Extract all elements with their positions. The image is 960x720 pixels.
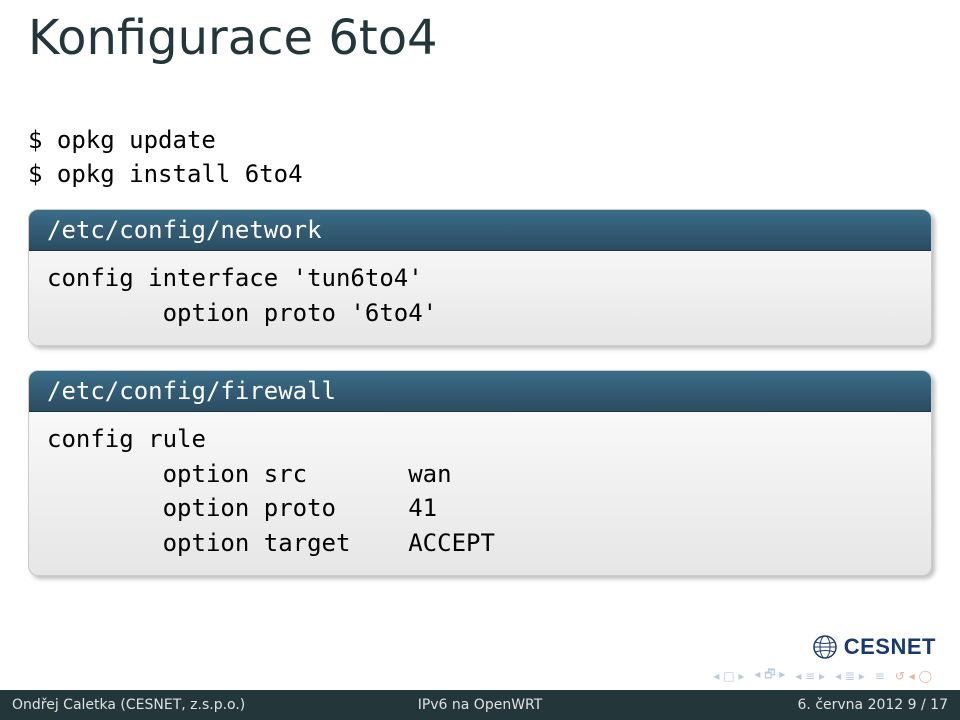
- footer-author: Ondřej Caletka (CESNET, z.s.p.o.): [12, 697, 324, 713]
- code-box-header: /etc/config/firewall: [29, 371, 931, 412]
- nav-undo-icon[interactable]: ↺ ◂ ◯: [895, 669, 932, 683]
- cmd-line-1: $ opkg update: [28, 124, 932, 158]
- footer-title: IPv6 na OpenWRT: [324, 697, 636, 713]
- cmd-line-2: $ opkg install 6to4: [28, 158, 932, 192]
- logo-text: CESNET: [844, 634, 936, 660]
- command-block: $ opkg update $ opkg install 6to4: [28, 124, 932, 191]
- code-box-header: /etc/config/network: [29, 210, 931, 251]
- code-box-network: /etc/config/network config interface 'tu…: [28, 209, 932, 346]
- nav-prev-icon[interactable]: ◂ 🗗 ▸: [754, 665, 785, 686]
- content-area: $ opkg update $ opkg install 6to4 /etc/c…: [0, 74, 960, 576]
- nav-next-icon[interactable]: ◂ ≣ ▸: [835, 669, 865, 683]
- code-box-body: config rule option src wan option proto …: [29, 412, 931, 575]
- nav-back-icon[interactable]: ◂ ≡ ▸: [795, 669, 825, 683]
- beamer-nav-icons: ◂ □ ▸ ◂ 🗗 ▸ ◂ ≡ ▸ ◂ ≣ ▸ ≡ ↺ ◂ ◯: [713, 665, 932, 686]
- footer-page: 6. června 2012 9 / 17: [636, 697, 948, 713]
- code-box-body: config interface 'tun6to4' option proto …: [29, 251, 931, 345]
- nav-fullscreen-icon[interactable]: ≡: [875, 669, 885, 683]
- nav-first-icon[interactable]: ◂ □ ▸: [713, 669, 744, 683]
- globe-icon: [812, 634, 838, 660]
- code-box-firewall: /etc/config/firewall config rule option …: [28, 370, 932, 576]
- cesnet-logo: CESNET: [812, 634, 936, 660]
- slide-title: Konfigurace 6to4: [0, 0, 960, 74]
- footer-bar: Ondřej Caletka (CESNET, z.s.p.o.) IPv6 n…: [0, 690, 960, 720]
